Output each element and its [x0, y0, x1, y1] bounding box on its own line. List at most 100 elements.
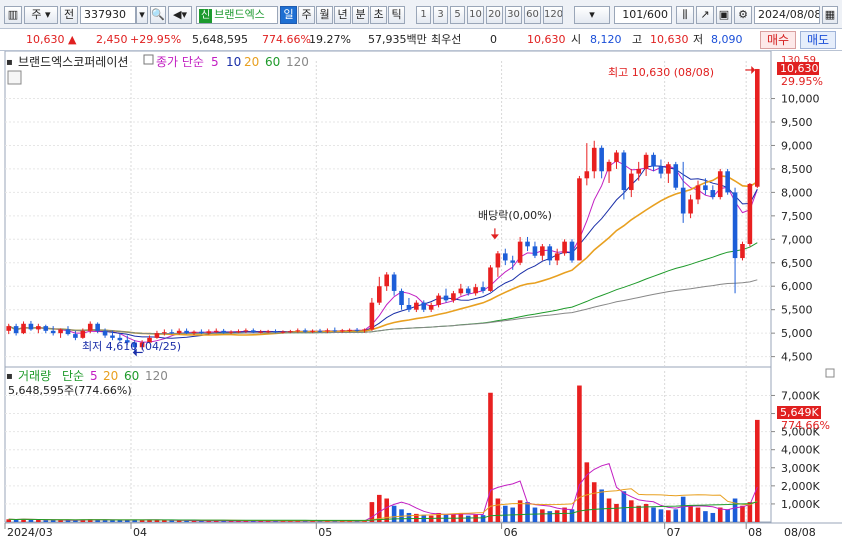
candle-body	[206, 331, 212, 334]
candle-body	[43, 326, 49, 331]
candle-body	[747, 183, 753, 244]
candle-body	[213, 330, 219, 332]
volume-bar	[532, 507, 538, 522]
volume-bar	[147, 520, 152, 522]
candle-body	[414, 302, 419, 310]
price-axis-tick-label: 10,000	[781, 93, 820, 106]
candle-body	[695, 185, 701, 200]
x-axis-tick-label: 2024/03	[7, 526, 53, 539]
candle-body	[621, 152, 627, 191]
low-label: 저	[693, 33, 704, 46]
interval-button-4[interactable]: 20	[486, 6, 503, 24]
candle-body	[295, 330, 301, 332]
volume-bar	[406, 512, 412, 522]
candle-body	[317, 330, 323, 332]
market-type-button[interactable]: 전	[60, 6, 78, 24]
candle-body	[265, 331, 271, 333]
dividend-annotation: 배당락(0,00%)	[478, 209, 552, 222]
interval-button-2[interactable]: 5	[450, 6, 465, 24]
price-axis-tick-label: 6,500	[781, 257, 813, 270]
draw-tool-icon[interactable]: ↗	[696, 6, 714, 24]
candle-body	[228, 331, 234, 333]
sound-icon[interactable]: ◀▾	[168, 6, 192, 24]
low-annotation: 최저 4,610 (04/25)	[82, 340, 181, 353]
interval-button-5[interactable]: 30	[505, 6, 522, 24]
candle-body	[658, 166, 664, 174]
interval-button-6[interactable]: 60	[524, 6, 541, 24]
open-label: 시	[571, 33, 582, 46]
save-icon[interactable]: ▣	[716, 6, 732, 24]
candle-body	[354, 329, 360, 331]
volume-bar	[502, 505, 508, 522]
volume-bar	[569, 509, 575, 522]
volume-bar	[621, 491, 627, 522]
interval-button-7[interactable]: 120	[543, 6, 563, 24]
volume-bar	[43, 520, 49, 522]
buy-button[interactable]: 매수	[760, 31, 796, 49]
chart-type-icon[interactable]: ⫼	[676, 6, 694, 24]
x-axis-tick-label: 05	[318, 526, 332, 539]
x-axis-tick-label: 04	[133, 526, 147, 539]
tab-period-4[interactable]: 분	[352, 6, 369, 24]
candle-body	[636, 168, 642, 174]
best-bid-value: 10,630	[527, 33, 566, 46]
gear-icon[interactable]: ⚙	[734, 6, 752, 24]
tab-period-5[interactable]: 초	[370, 6, 387, 24]
candle-body	[473, 287, 478, 294]
tab-period-6[interactable]: 틱	[388, 6, 405, 24]
best-ask-label: 최우선	[431, 33, 462, 46]
candle-body	[28, 323, 34, 330]
volume-bar	[599, 489, 604, 522]
candle-body	[169, 332, 175, 334]
chart-area[interactable]: 10,000 9,500 9,000 8,500 8,000 7,500 7,000 6,50…	[0, 51, 842, 542]
low-value: 8,090	[711, 33, 743, 46]
candle-body	[58, 329, 63, 334]
price-axis-tick-label: 5,000	[781, 327, 813, 340]
interval-button-1[interactable]: 3	[433, 6, 448, 24]
volume-axis-tick-label: 2,000K	[781, 480, 820, 493]
tab-period-3[interactable]: 년	[334, 6, 351, 24]
volume-bar	[13, 519, 19, 522]
volume-bar	[703, 511, 708, 522]
volume-legend-ma20: 20	[103, 369, 118, 383]
period-type-select[interactable]: 주 ▾	[24, 6, 58, 24]
interval-button-0[interactable]: 1	[416, 6, 431, 24]
candle-body	[599, 147, 604, 172]
volume-bar	[628, 500, 634, 522]
high-label: 고	[632, 33, 643, 46]
tab-period-1[interactable]: 주	[298, 6, 315, 24]
price-legend-name: 브랜드엑스코퍼레이션	[18, 55, 128, 69]
code-dropdown-chevron-down-icon[interactable]: ▾	[136, 6, 148, 24]
legend-ma20: 20	[244, 55, 259, 69]
interval-dropdown[interactable]: ▾	[574, 6, 610, 24]
code-input[interactable]: 337930	[80, 6, 136, 24]
layout-icon[interactable]: ▥	[4, 6, 22, 24]
date-input[interactable]: 2024/08/08	[754, 6, 820, 24]
sell-button[interactable]: 매도	[800, 31, 836, 49]
candle-body	[236, 331, 241, 333]
volume-bar	[36, 520, 41, 522]
volume-axis-tick-label: 1,000K	[781, 498, 820, 511]
volume-bar	[384, 498, 390, 522]
tab-period-2[interactable]: 월	[316, 6, 333, 24]
candle-body	[710, 190, 716, 198]
candle-body	[680, 187, 686, 214]
candle-body	[614, 152, 619, 162]
candle-body	[154, 333, 160, 338]
calendar-icon[interactable]: ▦	[822, 6, 838, 24]
price-volume-chart[interactable]: 10,000 9,500 9,000 8,500 8,000 7,500 7,000 6,50…	[0, 51, 842, 542]
data-count-field[interactable]: 101/600	[614, 6, 672, 24]
candle-body	[36, 326, 41, 330]
candle-body	[376, 286, 382, 303]
price-axis-tick-label: 5,500	[781, 304, 813, 317]
tab-period-0[interactable]: 일	[280, 6, 297, 24]
candle-body	[651, 154, 656, 167]
candle-body	[517, 241, 523, 263]
price-legend-ma-label: 종가 단순	[156, 55, 204, 69]
grid-toggle-icon[interactable]	[7, 70, 22, 85]
stock-name-field[interactable]: 신 브랜드엑스	[196, 6, 278, 24]
search-icon[interactable]: 🔍	[150, 6, 166, 24]
candle-body	[339, 330, 345, 332]
interval-button-3[interactable]: 10	[467, 6, 484, 24]
volume-tag-rate: 774.66%	[781, 419, 830, 432]
